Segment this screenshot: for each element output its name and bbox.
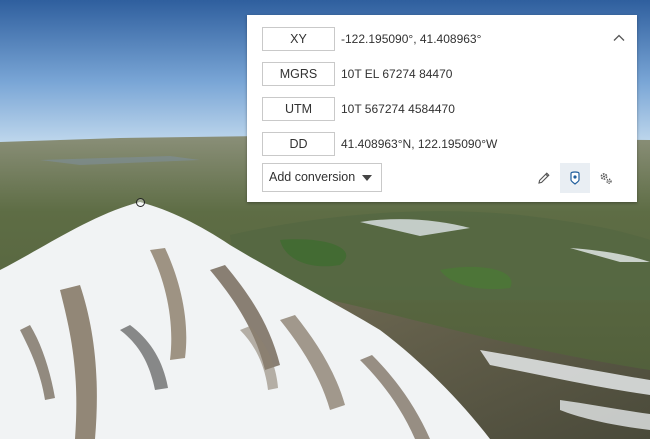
coordinate-value-utm: 10T 567274 4584470 (341, 102, 455, 116)
format-button-dd[interactable]: DD (262, 132, 335, 156)
format-button-utm[interactable]: UTM (262, 97, 335, 121)
coordinate-value-xy: -122.195090°, 41.408963° (341, 32, 482, 46)
conversion-row-mgrs: MGRS 10T EL 67274 84470 (262, 62, 622, 86)
caret-down-icon (362, 175, 372, 181)
chevron-up-icon[interactable] (612, 31, 626, 45)
gears-icon (600, 173, 612, 184)
add-conversion-select[interactable]: Add conversion (262, 163, 382, 192)
edit-coordinates-button[interactable] (529, 163, 559, 193)
coordinate-value-mgrs: 10T EL 67274 84470 (341, 67, 453, 81)
conversion-row-xy: XY -122.195090°, 41.408963° (262, 27, 625, 51)
format-button-xy[interactable]: XY (262, 27, 335, 51)
pencil-icon (538, 172, 550, 184)
map-pin-icon (570, 171, 580, 185)
conversion-row-utm: UTM 10T 567274 4584470 (262, 97, 622, 121)
settings-button[interactable] (591, 163, 621, 193)
capture-mode-button[interactable] (560, 163, 590, 193)
location-marker (136, 198, 145, 207)
add-conversion-label: Add conversion (269, 170, 356, 184)
conversion-row-dd: DD 41.408963°N, 122.195090°W (262, 132, 622, 156)
coordinate-conversion-panel: XY -122.195090°, 41.408963° MGRS 10T EL … (247, 15, 637, 202)
coordinate-value-dd: 41.408963°N, 122.195090°W (341, 137, 498, 151)
format-button-mgrs[interactable]: MGRS (262, 62, 335, 86)
